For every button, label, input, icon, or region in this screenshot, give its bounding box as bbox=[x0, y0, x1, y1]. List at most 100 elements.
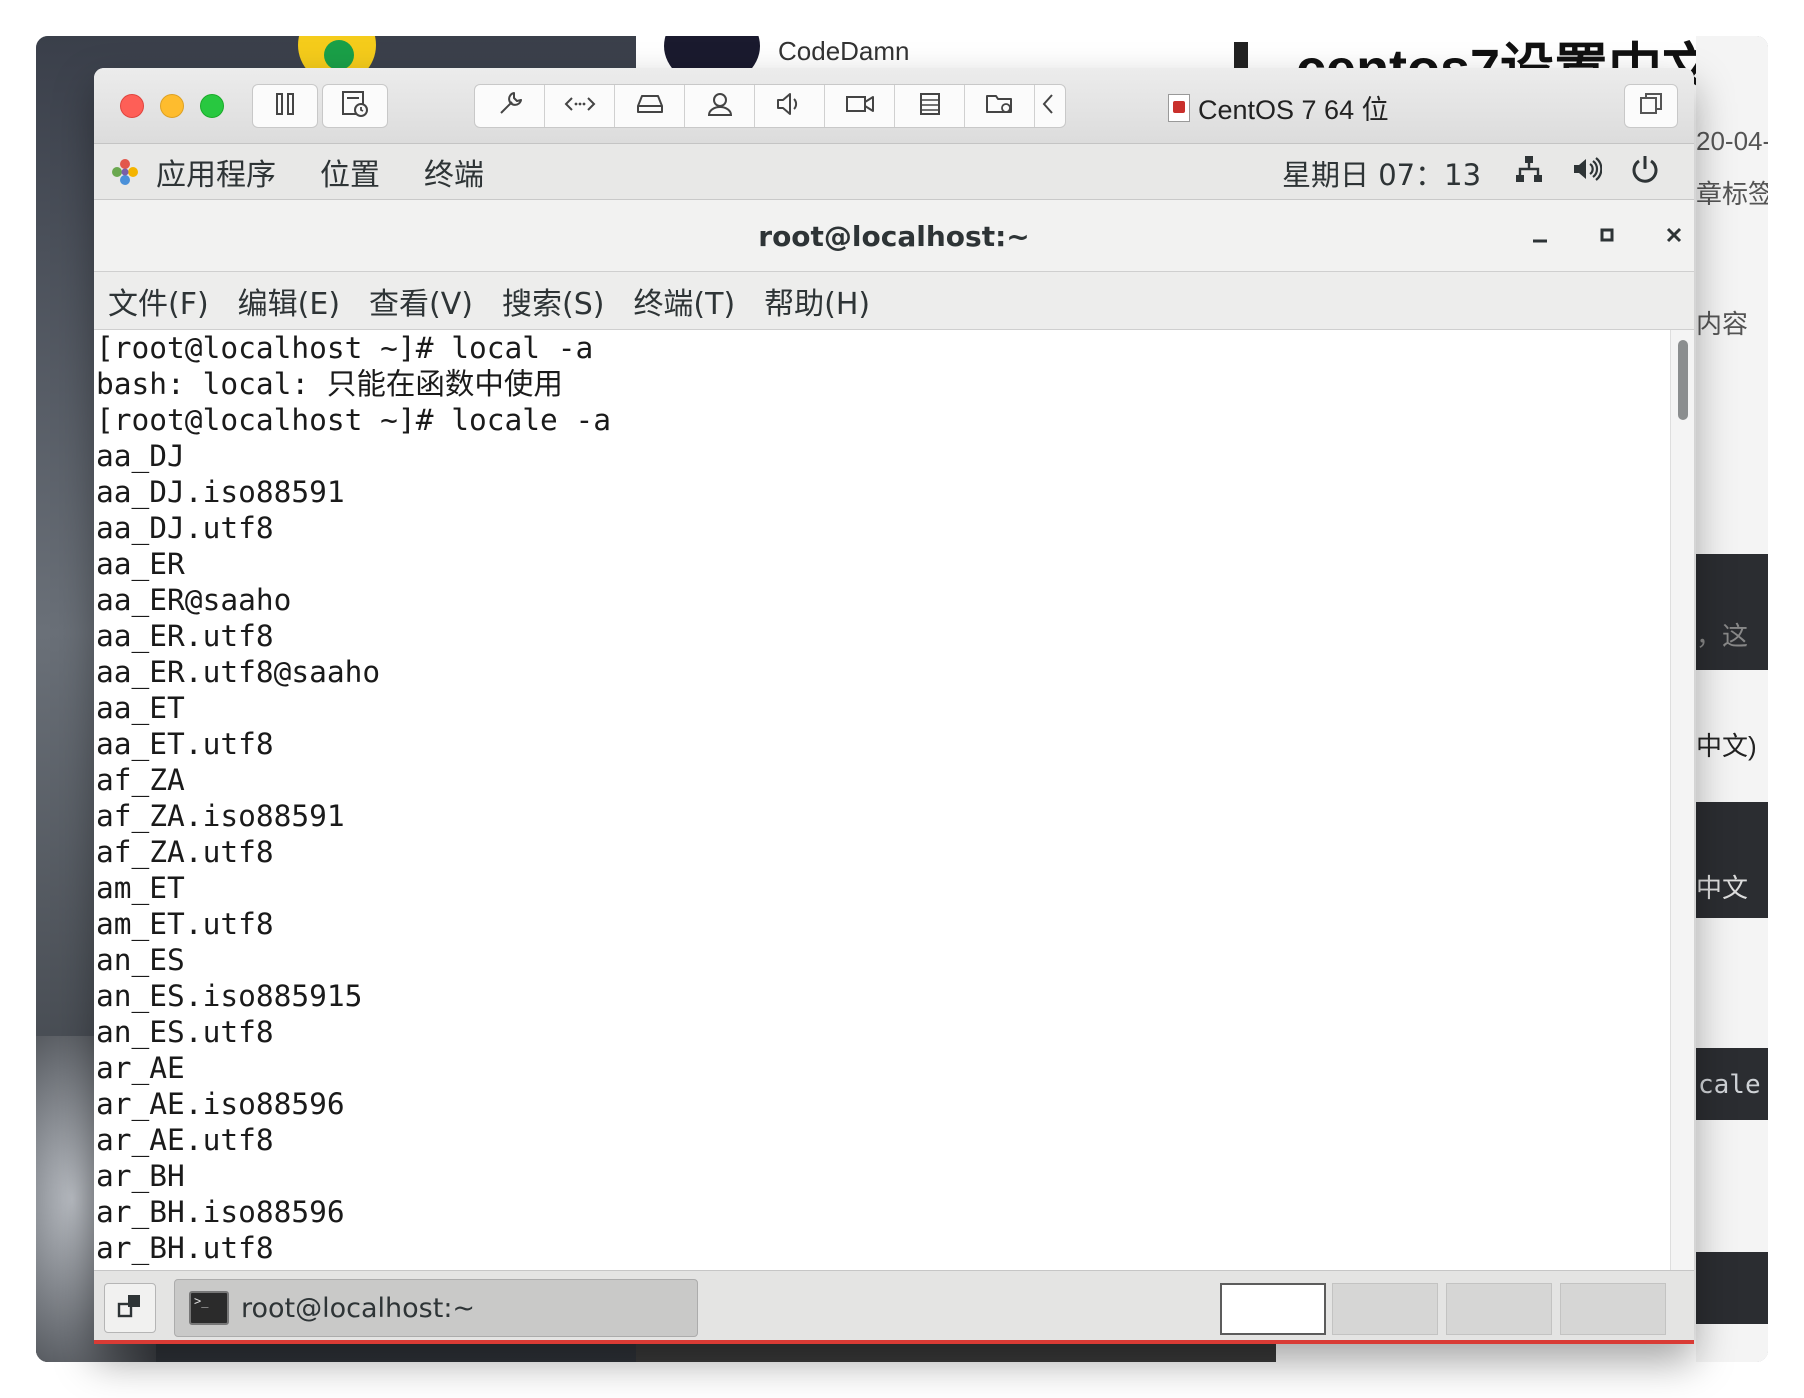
vm-title-text: CentOS 7 64 位 bbox=[1198, 95, 1389, 125]
scrollbar-thumb[interactable] bbox=[1678, 340, 1688, 420]
terminal-line: am_ET bbox=[96, 871, 185, 905]
pause-button[interactable] bbox=[252, 84, 318, 128]
code-block bbox=[1696, 1252, 1768, 1324]
unity-view-button[interactable] bbox=[1624, 84, 1678, 128]
terminal-line: an_ES.iso885915 bbox=[96, 979, 363, 1013]
terminal-line: ar_BH bbox=[96, 1159, 185, 1193]
user-button[interactable] bbox=[685, 85, 755, 127]
workspace-1[interactable] bbox=[1220, 1283, 1326, 1335]
wrench-icon bbox=[495, 89, 525, 123]
author-name: CodeDamn bbox=[778, 36, 910, 66]
gnome-top-bar: 应用程序 位置 终端 星期日 07：13 bbox=[94, 144, 1694, 200]
places-menu[interactable]: 位置 bbox=[320, 150, 380, 194]
power-icon bbox=[1630, 154, 1660, 188]
window-icon bbox=[1638, 91, 1664, 121]
terminal-line: ar_BH.iso88596 bbox=[96, 1195, 345, 1229]
camera-button[interactable] bbox=[825, 85, 895, 127]
terminal-close-button[interactable] bbox=[1657, 220, 1691, 254]
taskbar-window-terminal[interactable]: root@localhost:~ bbox=[174, 1279, 698, 1337]
menu-terminal[interactable]: 终端(T) bbox=[633, 279, 735, 323]
applications-menu[interactable]: 应用程序 bbox=[156, 150, 276, 194]
side-chinese-1: 中文) bbox=[1696, 731, 1757, 761]
workspace-4[interactable] bbox=[1560, 1283, 1666, 1335]
terminal-line: aa_DJ.utf8 bbox=[96, 511, 274, 545]
shared-folder-icon bbox=[984, 90, 1016, 122]
menu-file[interactable]: 文件(F) bbox=[108, 279, 209, 323]
gnome-system-tray[interactable] bbox=[1514, 154, 1660, 188]
hard-disk-button[interactable] bbox=[615, 85, 685, 127]
menu-edit[interactable]: 编辑(E) bbox=[238, 279, 340, 323]
user-icon bbox=[705, 89, 735, 123]
terminal-title: root@localhost:~ bbox=[758, 220, 1030, 253]
terminal-menubar: 文件(F) 编辑(E) 查看(V) 搜索(S) 终端(T) 帮助(H) bbox=[94, 272, 1694, 330]
vm-titlebar: CentOS 7 64 位 bbox=[94, 68, 1694, 144]
gnome-window-list: root@localhost:~ bbox=[94, 1270, 1694, 1344]
terminal-line: ar_BH.utf8 bbox=[96, 1231, 274, 1265]
vm-title: CentOS 7 64 位 bbox=[1168, 88, 1389, 127]
terminal-line: ar_AE bbox=[96, 1051, 185, 1085]
code-arrows-icon bbox=[564, 94, 596, 118]
terminal-line: aa_ER@saaho bbox=[96, 583, 292, 617]
terminal-line: aa_DJ bbox=[96, 439, 185, 473]
volume-icon bbox=[1572, 155, 1603, 187]
terminal-line: aa_ET.utf8 bbox=[96, 727, 274, 761]
terminal-line: aa_ER.utf8 bbox=[96, 619, 274, 653]
menu-help[interactable]: 帮助(H) bbox=[764, 279, 870, 323]
minimize-button[interactable] bbox=[160, 94, 184, 118]
side-tag: 章标签 bbox=[1696, 179, 1768, 209]
side-content: 内容 bbox=[1696, 309, 1749, 339]
zoom-button[interactable] bbox=[200, 94, 224, 118]
terminal-output[interactable]: [root@localhost ~]# local -a bash: local:… bbox=[94, 330, 1670, 1270]
vm-window: CentOS 7 64 位 应用程序 位置 终端 星期日 07：13 root@… bbox=[94, 68, 1694, 1344]
hard-disk-icon bbox=[635, 92, 665, 120]
printer-icon bbox=[916, 90, 944, 122]
collapse-toolbar-button[interactable] bbox=[1035, 85, 1061, 127]
gnome-apps-icon bbox=[110, 157, 140, 187]
network-button[interactable] bbox=[545, 85, 615, 127]
terminal-line: [root@localhost ~]# local -a bbox=[96, 331, 594, 365]
volume-icon bbox=[775, 90, 805, 122]
code-text-1: ，这 bbox=[1696, 621, 1749, 651]
show-desktop-button[interactable] bbox=[104, 1283, 156, 1333]
chrome-app-icon-center bbox=[324, 40, 354, 70]
close-button[interactable] bbox=[120, 94, 144, 118]
pause-icon bbox=[274, 92, 296, 120]
show-desktop-icon bbox=[116, 1292, 144, 1324]
taskbar-window-label: root@localhost:~ bbox=[241, 1292, 476, 1324]
terminal-headerbar: root@localhost:~ bbox=[94, 200, 1694, 272]
terminal-line: ar_AE.iso88596 bbox=[96, 1087, 345, 1121]
terminal-scrollbar[interactable] bbox=[1670, 330, 1694, 1270]
menu-view[interactable]: 查看(V) bbox=[369, 279, 473, 323]
browser-side-column bbox=[1696, 36, 1768, 1362]
terminal-line: aa_ET bbox=[96, 691, 185, 725]
terminal-line: an_ES bbox=[96, 943, 185, 977]
terminal-line: aa_ER.utf8@saaho bbox=[96, 655, 381, 689]
vm-window-bottom-edge bbox=[94, 1340, 1694, 1344]
snapshot-icon bbox=[340, 89, 370, 123]
code-text-2: 中文 bbox=[1696, 873, 1749, 903]
vm-device-toolbar bbox=[474, 84, 1066, 128]
settings-button[interactable] bbox=[475, 85, 545, 127]
sound-button[interactable] bbox=[755, 85, 825, 127]
terminal-lines: [root@localhost ~]# local -a bash: local:… bbox=[96, 330, 611, 1266]
shared-folder-button[interactable] bbox=[965, 85, 1035, 127]
code-text-3: cale bbox=[1698, 1070, 1761, 1100]
terminal-maximize-button[interactable] bbox=[1590, 220, 1624, 254]
close-icon bbox=[1664, 225, 1684, 249]
snapshot-button[interactable] bbox=[322, 84, 388, 128]
terminal-line: am_ET.utf8 bbox=[96, 907, 274, 941]
menu-search[interactable]: 搜索(S) bbox=[502, 279, 604, 323]
terminal-line: af_ZA.iso88591 bbox=[96, 799, 345, 833]
gnome-clock[interactable]: 星期日 07：13 bbox=[1282, 152, 1481, 194]
terminal-app-menu[interactable]: 终端 bbox=[424, 150, 484, 194]
terminal-minimize-button[interactable] bbox=[1523, 220, 1557, 254]
terminal-line: aa_ER bbox=[96, 547, 185, 581]
terminal-line: [root@localhost ~]# locale -a bbox=[96, 403, 612, 437]
maximize-icon bbox=[1599, 227, 1615, 247]
workspace-2[interactable] bbox=[1332, 1283, 1438, 1335]
printer-button[interactable] bbox=[895, 85, 965, 127]
workspace-3[interactable] bbox=[1446, 1283, 1552, 1335]
terminal-icon bbox=[189, 1291, 229, 1325]
minimize-icon bbox=[1530, 225, 1550, 249]
chevron-left-icon bbox=[1041, 92, 1055, 120]
